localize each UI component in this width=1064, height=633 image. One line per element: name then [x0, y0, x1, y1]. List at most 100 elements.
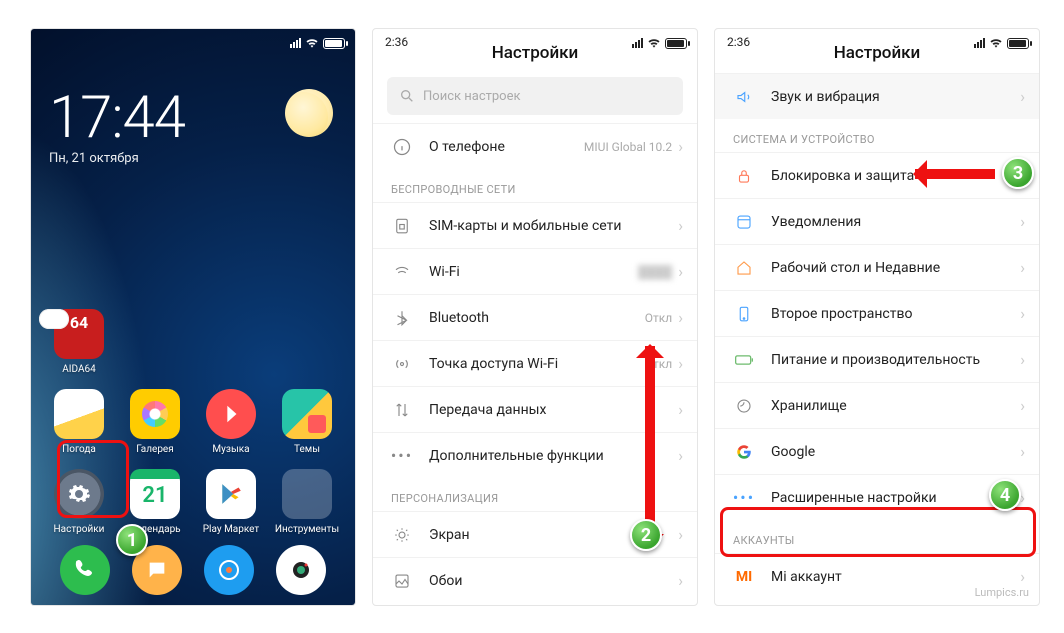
phone-settings-top: 2:36 Настройки Поиск настроек О телефоне…	[372, 28, 698, 606]
pointer-arrow	[915, 169, 995, 179]
chevron-right-icon: ›	[1020, 488, 1025, 507]
chevron-right-icon: ›	[678, 446, 683, 465]
chevron-right-icon: ›	[678, 308, 683, 327]
bluetooth-icon	[391, 307, 413, 329]
sound-icon	[733, 86, 755, 108]
weather-icon	[54, 389, 104, 439]
phone-settings-scrolled: 2:36 Настройки Звук и вибрация› СИСТЕМА …	[714, 28, 1040, 606]
search-icon	[399, 88, 415, 104]
row-wallpaper[interactable]: Обои›	[373, 557, 697, 603]
phone-home-screen: 17:44 Пн, 21 октября 64 AIDA64 Погода Га…	[30, 28, 356, 606]
status-bar: 2:36	[373, 29, 697, 57]
lock-icon	[733, 165, 755, 187]
app-label: AIDA64	[62, 364, 95, 375]
search-input[interactable]: Поиск настроек	[387, 77, 683, 115]
play-icon	[206, 469, 256, 519]
home-icon	[733, 257, 755, 279]
app-play-market[interactable]: Play Маркет	[197, 469, 265, 535]
chevron-right-icon: ›	[1020, 442, 1025, 461]
home-clock[interactable]: 17:44 Пн, 21 октября	[49, 89, 185, 166]
wallpaper-icon	[391, 570, 413, 592]
settings-icon	[54, 469, 104, 519]
section-accounts: АККАУНТЫ	[715, 520, 1039, 553]
gallery-icon	[130, 389, 180, 439]
dock-phone[interactable]	[51, 545, 119, 595]
storage-icon	[733, 395, 755, 417]
chevron-right-icon: ›	[678, 571, 683, 590]
marker-2: 2	[630, 519, 662, 551]
signal-icon	[632, 38, 643, 48]
chevron-right-icon: ›	[1020, 212, 1025, 231]
music-icon	[206, 389, 256, 439]
marker-4: 4	[989, 479, 1021, 511]
tools-folder-icon	[282, 469, 332, 519]
chevron-right-icon: ›	[1020, 350, 1025, 369]
chevron-right-icon: ›	[678, 137, 683, 156]
section-wireless: БЕСПРОВОДНЫЕ СЕТИ	[373, 169, 697, 202]
chevron-right-icon: ›	[1020, 304, 1025, 323]
dock-camera[interactable]	[267, 545, 335, 595]
sim-icon	[391, 215, 413, 237]
app-music[interactable]: Музыка	[197, 389, 265, 455]
app-settings[interactable]: Настройки	[45, 469, 113, 535]
scroll-arrow	[645, 346, 655, 546]
row-second-space[interactable]: Второе пространство›	[715, 290, 1039, 336]
about-icon	[391, 136, 413, 158]
row-google[interactable]: Google›	[715, 428, 1039, 474]
app-themes[interactable]: Темы	[273, 389, 341, 455]
status-bar	[31, 29, 355, 57]
row-notifications[interactable]: Уведомления›	[715, 198, 1039, 244]
mi-icon: MI	[733, 566, 755, 588]
row-sound[interactable]: Звук и вибрация›	[715, 73, 1039, 119]
wifi-icon	[647, 36, 661, 50]
signal-icon	[974, 38, 985, 48]
chevron-right-icon: ›	[678, 525, 683, 544]
data-icon	[391, 399, 413, 421]
themes-icon	[282, 389, 332, 439]
battery-row-icon	[733, 349, 755, 371]
browser-icon	[204, 545, 254, 595]
chevron-right-icon: ›	[1020, 258, 1025, 277]
chevron-right-icon: ›	[678, 216, 683, 235]
app-weather[interactable]: Погода	[45, 389, 113, 455]
app-gallery[interactable]: Галерея	[121, 389, 189, 455]
row-sim[interactable]: SIM-карты и мобильные сети›	[373, 202, 697, 248]
wifi-icon	[989, 36, 1003, 50]
row-wifi[interactable]: Wi-Fi ████ ›	[373, 248, 697, 294]
row-home[interactable]: Рабочий стол и Недавние›	[715, 244, 1039, 290]
weather-widget[interactable]	[285, 89, 333, 137]
second-space-icon	[733, 303, 755, 325]
row-about-phone[interactable]: О телефоне MIUI Global 10.2 ›	[373, 123, 697, 169]
calendar-icon: 21	[130, 469, 180, 519]
clock-date: Пн, 21 октября	[49, 151, 185, 166]
dock	[31, 545, 355, 595]
marker-3: 3	[1002, 157, 1034, 189]
advanced-icon: •••	[733, 487, 755, 509]
more-icon: •••	[391, 445, 413, 467]
camera-icon	[276, 545, 326, 595]
chevron-right-icon: ›	[1020, 396, 1025, 415]
display-icon	[391, 524, 413, 546]
row-battery[interactable]: Питание и производительность›	[715, 336, 1039, 382]
phone-icon	[60, 545, 110, 595]
status-time: 2:36	[385, 35, 408, 49]
marker-1: 1	[116, 524, 148, 556]
section-system: СИСТЕМА И УСТРОЙСТВО	[715, 119, 1039, 152]
status-time: 2:36	[727, 35, 750, 49]
chevron-right-icon: ›	[678, 354, 683, 373]
watermark: Lumpics.ru	[975, 586, 1029, 599]
chevron-right-icon: ›	[678, 400, 683, 419]
battery-icon	[1007, 38, 1029, 49]
chevron-right-icon: ›	[1020, 87, 1025, 106]
status-bar: 2:36	[715, 29, 1039, 57]
row-storage[interactable]: Хранилище›	[715, 382, 1039, 428]
battery-icon	[323, 38, 345, 49]
wifi-row-icon	[391, 261, 413, 283]
wifi-icon	[305, 36, 319, 50]
battery-icon	[665, 38, 687, 49]
app-grid: 64 AIDA64 Погода Галерея Музыка Темы	[31, 295, 355, 535]
app-tools[interactable]: Инструменты	[273, 469, 341, 535]
dock-browser[interactable]	[195, 545, 263, 595]
signal-icon	[290, 38, 301, 48]
chevron-right-icon: ›	[678, 262, 683, 281]
